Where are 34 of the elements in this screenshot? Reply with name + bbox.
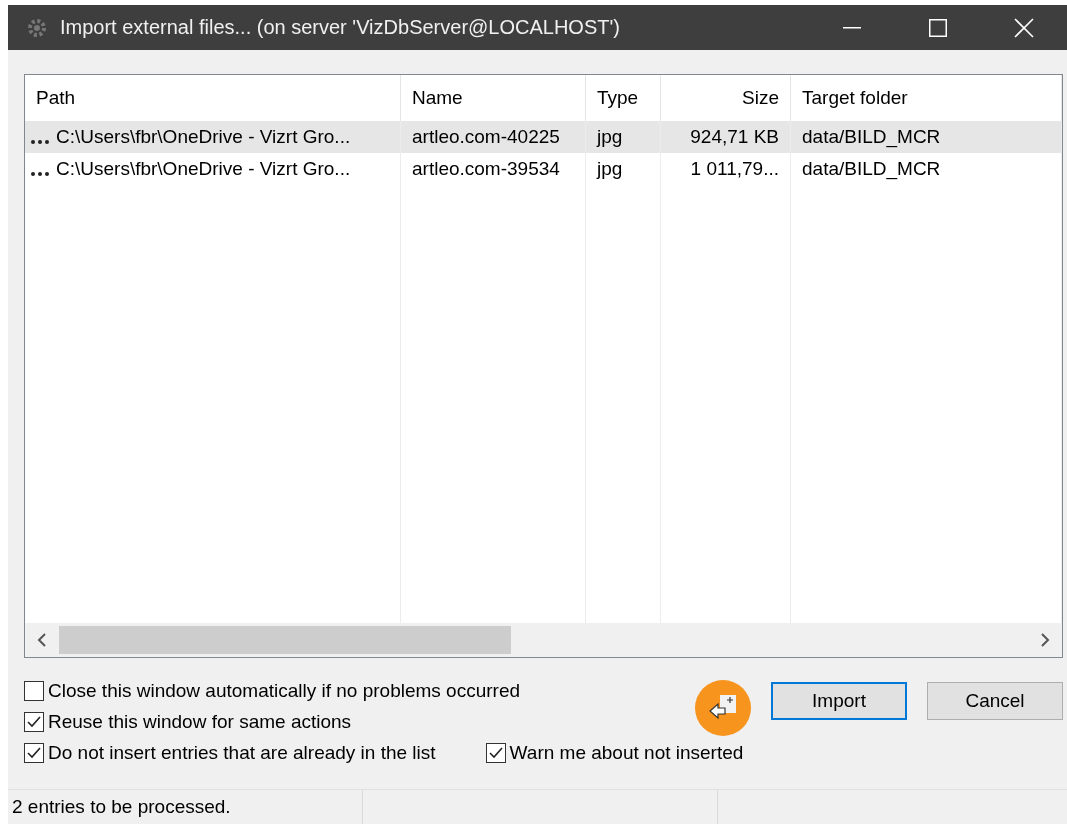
maximize-icon [929, 18, 947, 37]
cell-text: jpg [597, 126, 623, 148]
cell-text: 924,71 KB [690, 126, 779, 148]
option-label: Do not insert entries that are already in the list [48, 742, 436, 764]
cell-text: 1 011,79... [690, 158, 779, 180]
gear-icon [26, 16, 48, 39]
status-text: 2 entries to be processed. [8, 790, 363, 824]
option-label: Close this window automatically if no problems occurred [48, 680, 521, 702]
checkbox[interactable] [24, 743, 44, 763]
minimize-icon [843, 26, 861, 29]
window-title: Import external files... (on server 'VizDbServer@LOCALHOST') [60, 16, 621, 39]
cell-text: C:\Users\fbr\OneDrive - Vizrt Gro... [56, 126, 351, 148]
cell-text: C:\Users\fbr\OneDrive - Vizrt Gro... [56, 158, 351, 180]
table-cell[interactable]: artleo.com-40225 [401, 121, 586, 153]
option-label: Warn me about not inserted [509, 742, 744, 764]
table-cell[interactable]: 924,71 KB [661, 121, 791, 153]
checkbox[interactable] [485, 743, 506, 763]
checkbox[interactable] [24, 681, 44, 701]
cell-text: jpg [597, 158, 623, 180]
option-label: Reuse this window for same actions [48, 711, 352, 733]
cell-text: artleo.com-39534 [412, 158, 560, 180]
checkbox[interactable] [24, 712, 44, 732]
dialog-button[interactable]: Import [771, 682, 907, 720]
cell-text: data/BILD_MCR [802, 126, 941, 148]
table-cell[interactable]: jpg [586, 121, 661, 153]
cell-text: artleo.com-40225 [412, 126, 560, 148]
scrollbar-thumb[interactable] [59, 626, 511, 654]
table-cell[interactable]: C:\Users\fbr\OneDrive - Vizrt Gro... [25, 121, 401, 153]
dots-icon [30, 171, 52, 177]
table-cell[interactable]: data/BILD_MCR [791, 121, 1062, 153]
dialog-button[interactable]: Cancel [927, 682, 1063, 720]
cell-text: data/BILD_MCR [802, 158, 941, 180]
close-icon [1014, 17, 1034, 38]
dots-icon [30, 139, 52, 145]
